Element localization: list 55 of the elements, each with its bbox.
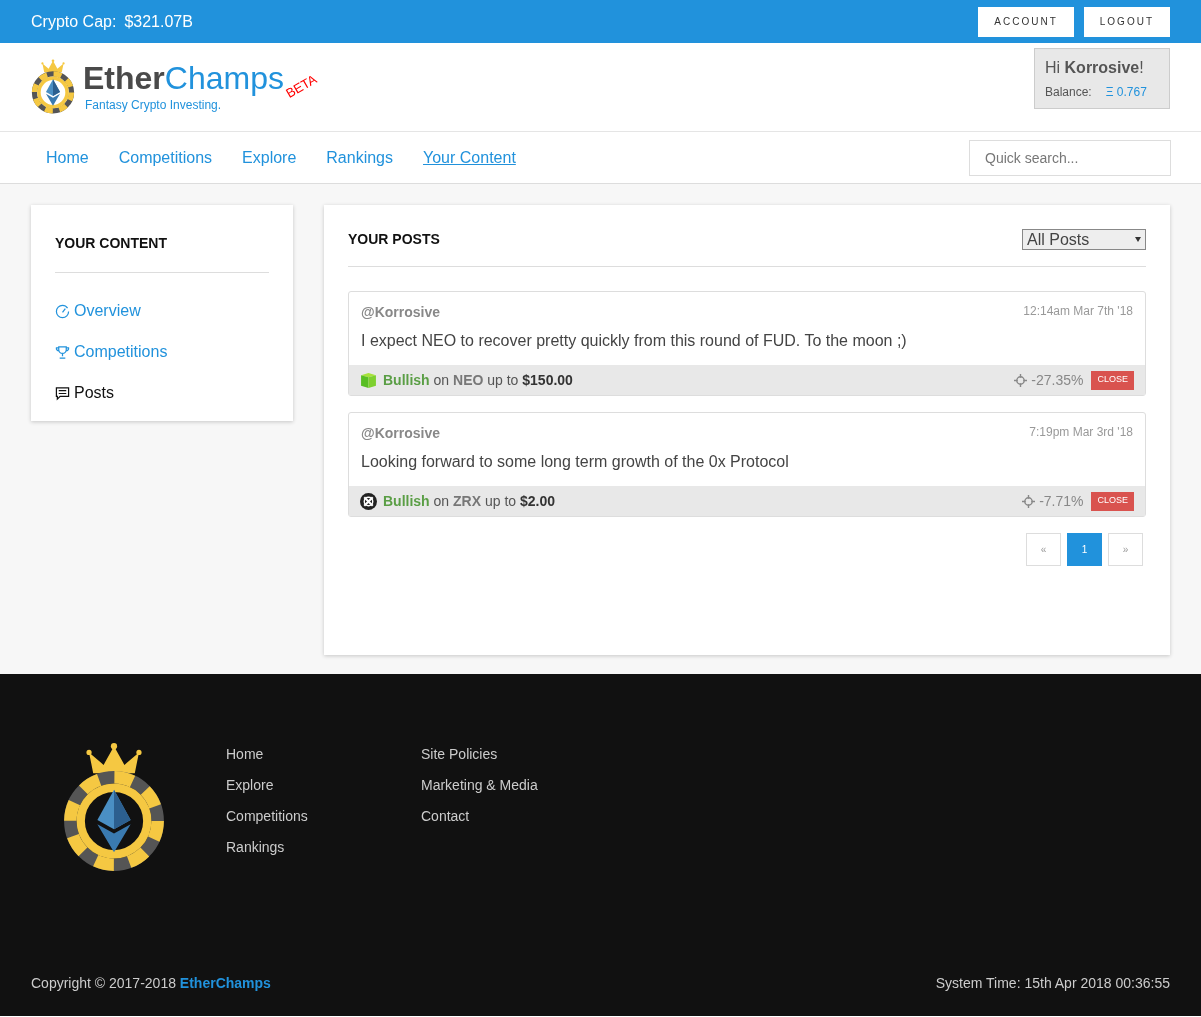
post-body: Looking forward to some long term growth of the 0x Protocol: [361, 452, 790, 472]
change-value: -7.71%: [1039, 491, 1084, 511]
sidebar-link[interactable]: Overview: [55, 299, 269, 323]
coin-icon: [360, 492, 377, 510]
sidebar-title: YOUR CONTENT: [55, 233, 269, 273]
nav-link[interactable]: Home: [46, 145, 89, 170]
cube-icon: [360, 371, 377, 389]
footer-link[interactable]: Rankings: [226, 837, 421, 858]
post-call: Bullish on NEO up to $150.00: [383, 370, 573, 390]
brand-name: EtherChamps: [83, 60, 284, 96]
copyright-brand-link[interactable]: EtherChamps: [179, 975, 271, 991]
footer-logo-icon: [62, 742, 166, 874]
gauge-icon: [55, 303, 70, 319]
filter-dropdown[interactable]: All Posts: [1022, 229, 1146, 250]
crosshair-icon: [1022, 494, 1036, 508]
nav-link[interactable]: Your Content: [423, 145, 516, 170]
post-call: Bullish on ZRX up to $2.00: [383, 491, 555, 511]
pagination-next[interactable]: »: [1108, 533, 1143, 566]
sidebar-link[interactable]: Competitions: [55, 340, 269, 364]
balance-label: Balance:: [1045, 83, 1092, 101]
post-author: @Korrosive: [361, 303, 440, 322]
footer-link[interactable]: Contact: [421, 806, 538, 827]
search-field[interactable]: Quick search...: [969, 139, 1171, 176]
header-button[interactable]: ACCOUNT: [978, 6, 1074, 37]
pagination-page[interactable]: 1: [1067, 533, 1102, 566]
logo-icon: [31, 59, 75, 115]
system-time: System Time: 15th Apr 2018 00:36:55: [935, 974, 1170, 993]
close-button[interactable]: CLOSE: [1091, 491, 1134, 511]
change-value: -27.35%: [1031, 370, 1084, 390]
post-author: @Korrosive: [361, 424, 440, 443]
post-body: I expect NEO to recover pretty quickly from this round of FUD. To the moon ;): [361, 331, 908, 351]
balance-value: Ξ 0.767: [1105, 83, 1147, 101]
nav-link[interactable]: Competitions: [118, 145, 213, 170]
greeting: Hi Korrosive!: [1045, 57, 1145, 78]
crypto-cap-value: $321.07B: [124, 11, 193, 32]
chat-icon: [55, 385, 70, 401]
pagination-prev[interactable]: «: [1026, 533, 1061, 566]
close-button[interactable]: CLOSE: [1091, 370, 1134, 390]
trophy-icon: [55, 344, 70, 360]
nav-link[interactable]: Rankings: [326, 145, 393, 170]
copyright: Copyright © 2017-2018 EtherChamps: [31, 974, 271, 993]
crypto-cap-label: Crypto Cap:: [31, 11, 117, 32]
post-time: 12:14am Mar 7th '18: [1023, 303, 1133, 320]
footer-link[interactable]: Site Policies: [421, 744, 538, 765]
sidebar-link[interactable]: Posts: [55, 381, 269, 405]
crosshair-icon: [1014, 373, 1028, 387]
header-button[interactable]: LOGOUT: [1083, 6, 1170, 37]
tagline: Fantasy Crypto Investing.: [85, 97, 223, 114]
post-time: 7:19pm Mar 3rd '18: [1029, 424, 1133, 441]
footer-link[interactable]: Home: [226, 744, 421, 765]
nav-link[interactable]: Explore: [242, 145, 297, 170]
footer-link[interactable]: Explore: [226, 775, 421, 796]
posts-title: YOUR POSTS: [348, 230, 440, 249]
footer-link[interactable]: Marketing & Media: [421, 775, 538, 796]
footer-link[interactable]: Competitions: [226, 806, 421, 827]
